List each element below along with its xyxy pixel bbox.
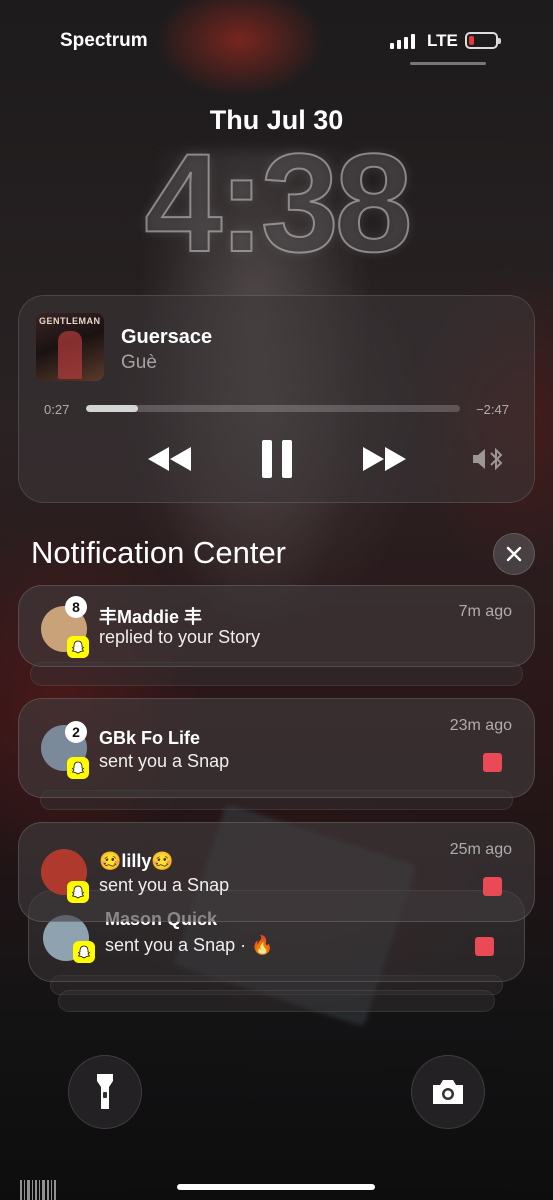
pause-button[interactable] <box>257 439 297 479</box>
camera-icon <box>433 1080 463 1104</box>
bluetooth-speaker-icon <box>473 447 503 471</box>
notification-body: sent you a Snap · 🔥 <box>105 935 274 955</box>
notification-time: 23m ago <box>449 717 512 734</box>
battery-icon <box>465 32 501 49</box>
control-center-grabber[interactable] <box>410 62 486 65</box>
notification-body: sent you a Snap <box>99 751 230 771</box>
fast-forward-button[interactable] <box>359 439 409 479</box>
snap-indicator <box>475 937 494 956</box>
notification-card[interactable]: 2 GBk Fo Life sent you a Snap 23m ago <box>18 698 535 798</box>
track-title: Guersace <box>121 326 213 348</box>
snapchat-icon <box>73 941 95 963</box>
rewind-button[interactable] <box>145 439 195 479</box>
now-playing-widget[interactable]: GENTLEMAN Guersace Guè 0:27 −2:47 <box>18 295 535 503</box>
flashlight-button[interactable] <box>68 1055 142 1129</box>
snap-indicator <box>483 753 502 772</box>
close-icon <box>506 546 522 562</box>
signal-icon <box>390 33 415 49</box>
wallpaper-barcode <box>20 1180 56 1200</box>
remaining-time: −2:47 <box>476 402 509 417</box>
network-type: LTE <box>427 31 458 50</box>
lock-time: 4:38 <box>143 124 413 281</box>
notification-body: replied to your Story <box>99 627 261 647</box>
fast-forward-icon <box>363 447 406 471</box>
rewind-icon <box>148 447 191 471</box>
elapsed-time: 0:27 <box>44 402 70 417</box>
home-indicator[interactable] <box>177 1184 375 1190</box>
notification-sender: GBk Fo Life <box>99 728 201 748</box>
carrier-name: Spectrum <box>60 30 148 51</box>
notification-body: sent you a Snap <box>99 875 230 895</box>
album-art[interactable]: GENTLEMAN <box>36 313 104 381</box>
track-artist: Guè <box>121 352 157 373</box>
notification-card[interactable]: 8 丰Maddie 丰 replied to your Story 7m ago <box>18 585 535 667</box>
flashlight-icon <box>97 1074 113 1109</box>
snapchat-icon <box>67 881 89 903</box>
battery-level <box>469 36 474 45</box>
notification-stack-layer <box>58 990 495 1012</box>
pause-icon <box>262 440 292 478</box>
notification-time: 25m ago <box>449 841 512 858</box>
notification-sender: 丰Maddie 丰 <box>99 607 203 627</box>
snapchat-icon <box>67 757 89 779</box>
notification-center-title: Notification Center <box>31 535 287 570</box>
notification-time: 7m ago <box>458 603 512 620</box>
notification-count-badge: 2 <box>65 721 87 743</box>
playback-progress <box>86 405 139 412</box>
snap-indicator <box>483 877 502 896</box>
snapchat-icon <box>67 636 89 658</box>
notification-card[interactable]: 🥴lilly🥴 sent you a Snap 25m ago <box>18 822 535 922</box>
playback-scrubber[interactable] <box>86 405 460 412</box>
album-art-title: GENTLEMAN <box>39 316 101 326</box>
notification-sender: 🥴lilly🥴 <box>99 851 174 871</box>
camera-button[interactable] <box>411 1055 485 1129</box>
clear-notifications-button[interactable] <box>493 533 535 575</box>
album-art-figure <box>58 331 82 379</box>
status-bar: Spectrum LTE <box>0 30 553 56</box>
notification-count-badge: 8 <box>65 596 87 618</box>
audio-output-button[interactable] <box>469 439 509 479</box>
